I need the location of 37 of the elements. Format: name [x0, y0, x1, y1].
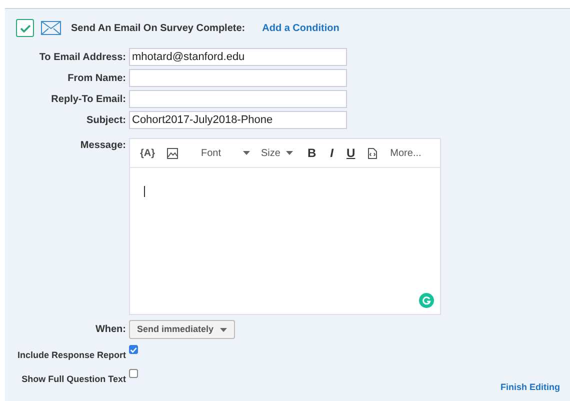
text-field[interactable] — [129, 69, 347, 87]
field-label: To Email Address: — [38, 50, 127, 64]
field-label: Message: — [79, 139, 127, 153]
size-dropdown[interactable]: Size — [261, 146, 280, 160]
text-field[interactable] — [129, 90, 347, 108]
caret-icon — [286, 151, 294, 155]
field-label: When: — [94, 323, 127, 337]
option-label: Include Response Report — [16, 349, 127, 362]
envelope-icon — [41, 21, 61, 35]
text-cursor — [144, 186, 145, 197]
checkmark-icon — [20, 24, 30, 32]
option-label: Show Full Question Text — [20, 372, 127, 386]
more-button[interactable]: More... — [390, 146, 422, 160]
underline-button[interactable]: U — [346, 144, 356, 162]
field-label: Subject: — [86, 114, 127, 128]
field-label: From Name: — [66, 72, 127, 86]
caret-icon — [220, 328, 227, 332]
grammarly-icon[interactable] — [419, 293, 434, 308]
bold-button[interactable]: B — [307, 144, 316, 162]
add-condition-link[interactable]: Add a Condition — [262, 20, 340, 36]
italic-button[interactable]: I — [330, 144, 334, 162]
text-field[interactable]: Cohort2017-July2018-Phone — [129, 111, 347, 129]
message-editor[interactable]: {A} Font Size B I U More... — [129, 138, 441, 315]
image-icon[interactable] — [167, 148, 178, 158]
font-dropdown[interactable]: Font — [201, 146, 244, 160]
finish-editing-link[interactable]: Finish Editing — [500, 380, 560, 394]
caret-icon — [243, 151, 250, 155]
option-checkbox[interactable] — [129, 368, 138, 378]
enabled-checkbox[interactable] — [16, 19, 34, 37]
source-code-icon[interactable] — [368, 148, 378, 158]
section-title: Send An Email On Survey Complete: — [71, 22, 246, 36]
checkmark-icon — [130, 346, 137, 352]
text-field[interactable]: mhotard@stanford.edu — [129, 48, 347, 66]
piped-text-button[interactable]: {A} — [140, 146, 156, 160]
option-checkbox[interactable] — [129, 345, 138, 354]
field-label: Reply-To Email: — [50, 92, 127, 106]
when-dropdown[interactable]: Send immediately — [129, 320, 235, 339]
